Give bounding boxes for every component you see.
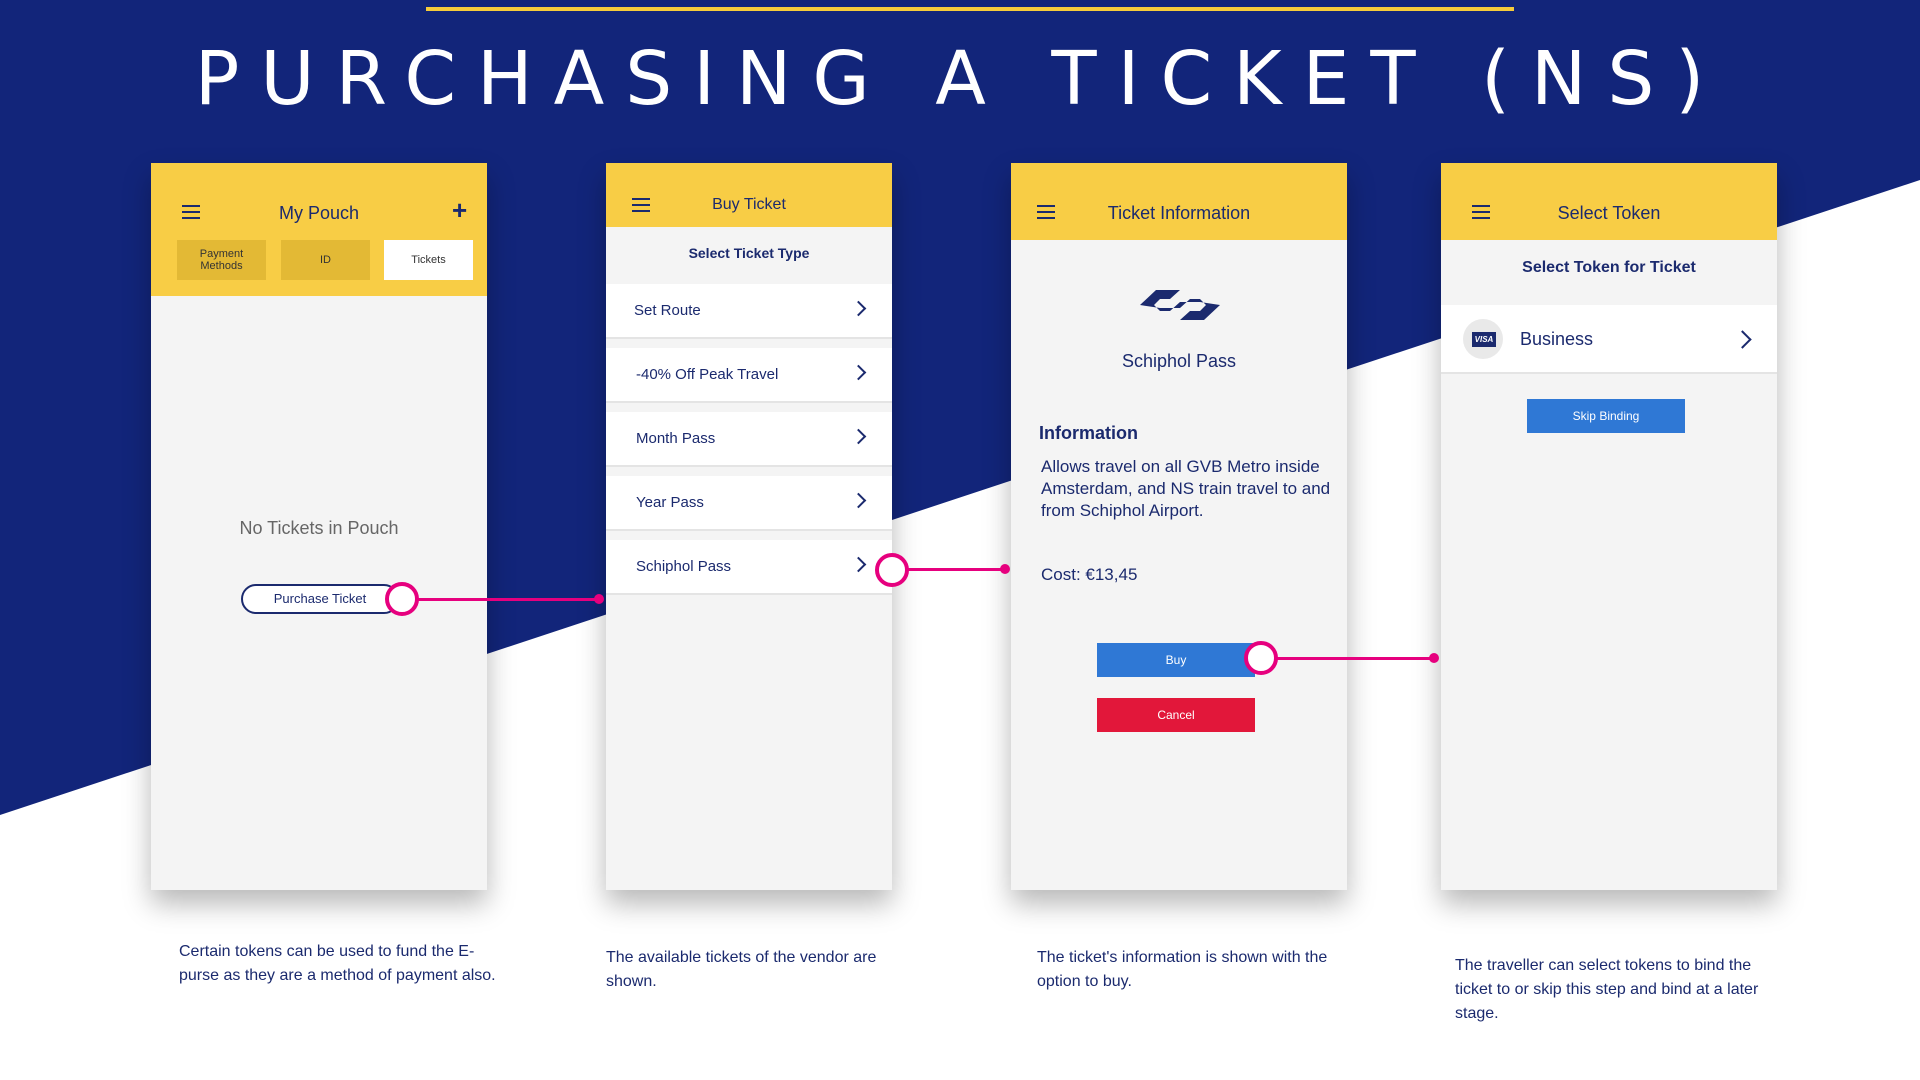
connector-start-ring (1244, 641, 1278, 675)
ticket-name: Schiphol Pass (1121, 351, 1237, 371)
screen-buy-ticket: Buy Ticket Select Ticket Type Set Route … (606, 163, 892, 890)
skip-binding-button[interactable]: Skip Binding (1527, 399, 1685, 433)
info-heading: Information (1039, 423, 1138, 443)
connector-end-dot (1429, 653, 1439, 663)
screen-title: My Pouch (278, 203, 360, 223)
token-item-business[interactable]: VISA Business (1441, 305, 1777, 374)
screen-title: Ticket Information (1107, 203, 1251, 223)
chevron-right-icon (850, 428, 867, 445)
purchase-ticket-button[interactable]: Purchase Ticket (241, 584, 399, 614)
screen-my-pouch: My Pouch + Payment Methods ID Tickets No… (151, 163, 487, 890)
caption-screen-1: Certain tokens can be used to fund the E… (179, 943, 496, 984)
flow-connector-1 (403, 598, 600, 601)
info-text: Allows travel on all GVB Metro inside Am… (1041, 457, 1331, 520)
screen-ticket-information: Ticket Information Schiphol Pass Informa… (1011, 163, 1347, 890)
plus-icon[interactable]: + (452, 197, 467, 223)
empty-message: No Tickets in Pouch (239, 518, 399, 538)
list-item-label: Set Route (634, 302, 701, 319)
screen-select-token: Select Token Select Token for Ticket VIS… (1441, 163, 1777, 890)
chevron-right-icon (850, 300, 867, 317)
screen-title: Buy Ticket (712, 196, 786, 213)
buy-button[interactable]: Buy (1097, 643, 1255, 677)
connector-end-dot (594, 594, 604, 604)
title-accent-line (426, 7, 1514, 11)
list-item-label: Year Pass (636, 494, 704, 511)
caption-screen-2: The available tickets of the vendor are … (606, 949, 877, 990)
tab-tickets[interactable]: Tickets (384, 240, 473, 280)
ns-logo-icon (1140, 290, 1220, 320)
tab-label: ID (320, 254, 331, 266)
list-item-label: Schiphol Pass (636, 558, 732, 575)
caption-screen-3: The ticket's information is shown with t… (1037, 949, 1328, 990)
page-title: PURCHASING A TICKET (NS) (194, 36, 1726, 122)
app-bar: Select Token (1441, 163, 1777, 240)
list-item-year-pass[interactable]: Year Pass (606, 476, 892, 531)
connector-start-ring (875, 553, 909, 587)
flow-connector-3 (1262, 657, 1435, 660)
chevron-right-icon (850, 556, 867, 573)
token-name: Business (1520, 329, 1594, 349)
list-item-off-peak[interactable]: -40% Off Peak Travel (606, 348, 892, 403)
tab-id[interactable]: ID (281, 240, 370, 280)
list-item-set-route[interactable]: Set Route (606, 284, 892, 339)
visa-icon: VISA (1463, 319, 1503, 359)
screen-title: Select Token (1557, 203, 1661, 223)
chevron-right-icon (850, 364, 867, 381)
ticket-cost: Cost: €13,45 (1041, 565, 1138, 584)
connector-end-dot (1000, 564, 1010, 574)
section-subtitle: Select Token for Ticket (1522, 259, 1696, 276)
app-bar: My Pouch + Payment Methods ID Tickets (151, 163, 487, 296)
app-bar: Buy Ticket (606, 163, 892, 227)
tab-label: Tickets (411, 254, 446, 266)
tab-label: Payment Methods (199, 248, 244, 272)
app-bar: Ticket Information (1011, 163, 1347, 240)
flow-connector-2 (893, 568, 1006, 571)
tab-payment-methods[interactable]: Payment Methods (177, 240, 266, 280)
list-item-label: Month Pass (636, 430, 716, 447)
visa-badge: VISA (1472, 332, 1496, 347)
chevron-right-icon (850, 492, 867, 509)
section-subtitle: Select Ticket Type (688, 245, 810, 261)
list-item-schiphol-pass[interactable]: Schiphol Pass (606, 540, 892, 595)
list-item-label: -40% Off Peak Travel (636, 366, 779, 383)
cancel-button[interactable]: Cancel (1097, 698, 1255, 732)
caption-screen-4: The traveller can select tokens to bind … (1455, 957, 1759, 1022)
connector-start-ring (385, 582, 419, 616)
list-item-month-pass[interactable]: Month Pass (606, 412, 892, 467)
chevron-right-icon (1733, 330, 1752, 349)
